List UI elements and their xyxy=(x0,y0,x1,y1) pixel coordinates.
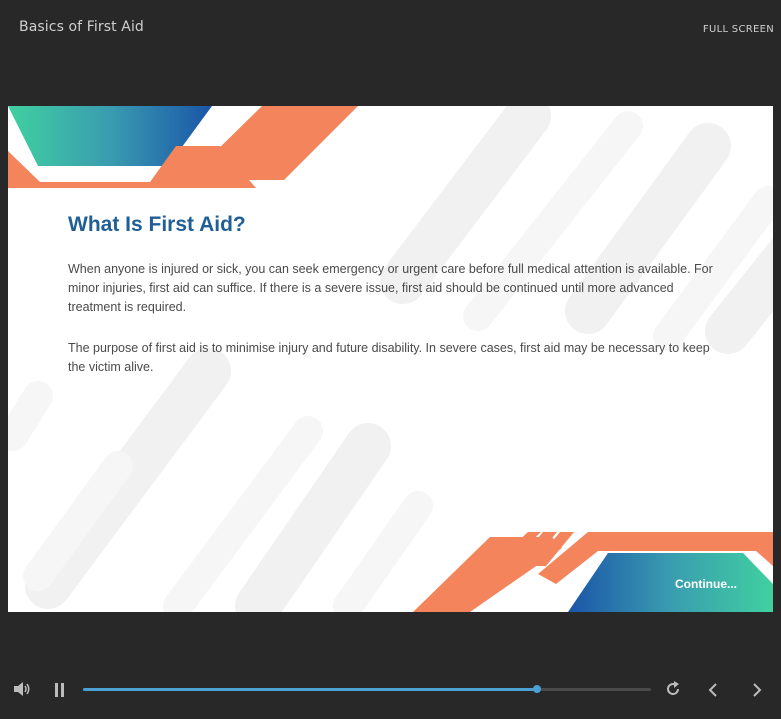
chevron-right-icon[interactable] xyxy=(752,682,762,702)
player-controls xyxy=(0,672,781,708)
pause-icon[interactable] xyxy=(54,682,66,701)
volume-icon[interactable] xyxy=(13,681,31,701)
continue-button[interactable]: Continue... xyxy=(675,577,737,591)
slide-paragraph-1: When anyone is injured or sick, you can … xyxy=(68,262,713,314)
replay-icon[interactable] xyxy=(665,681,681,701)
fullscreen-button[interactable]: FULL SCREEN xyxy=(703,24,774,35)
slide-canvas: What Is First Aid? When anyone is injure… xyxy=(8,106,773,612)
progress-bar[interactable] xyxy=(83,685,651,693)
slide-heading: What Is First Aid? xyxy=(68,213,246,236)
progress-handle[interactable] xyxy=(533,685,542,693)
progress-fill xyxy=(83,688,538,691)
slide-paragraph-2: The purpose of first aid is to minimise … xyxy=(68,341,710,374)
chevron-left-icon[interactable] xyxy=(708,682,718,702)
course-title: Basics of First Aid xyxy=(19,19,144,35)
